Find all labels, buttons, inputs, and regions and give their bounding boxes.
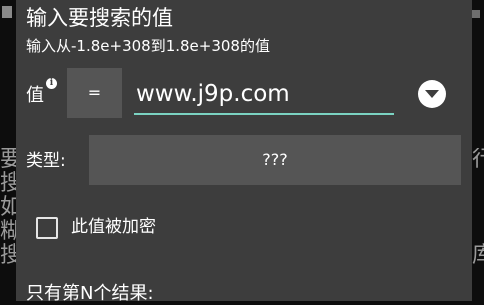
background-char: 行 bbox=[472, 148, 484, 172]
background-char: 搜 bbox=[0, 243, 16, 268]
background-text-right: 行 库 bbox=[472, 148, 484, 268]
background-char: 如 bbox=[0, 195, 16, 220]
type-label: 类型: bbox=[26, 151, 66, 171]
dialog-title: 输入要搜索的值 bbox=[26, 6, 173, 30]
history-dropdown-icon[interactable] bbox=[418, 80, 446, 108]
encrypted-checkbox-label[interactable]: 此值被加密 bbox=[71, 216, 156, 238]
background-char: 糊 bbox=[0, 219, 16, 244]
info-icon[interactable]: i bbox=[46, 78, 57, 89]
background-indicator-icon bbox=[472, 10, 480, 18]
encrypted-checkbox[interactable] bbox=[36, 217, 58, 239]
background-char bbox=[472, 220, 484, 244]
background-char: 要 bbox=[0, 148, 16, 172]
operator-button[interactable]: = bbox=[67, 68, 122, 118]
value-input[interactable]: www.j9p.com bbox=[134, 75, 394, 115]
type-select[interactable]: ??? bbox=[89, 135, 461, 185]
background-char bbox=[472, 196, 484, 220]
background-char: 库 bbox=[472, 243, 484, 268]
nth-result-label: 只有第N个结果: bbox=[26, 283, 154, 304]
dialog-subtitle: 输入从-1.8e+308到1.8e+308的值 bbox=[26, 37, 270, 55]
background-text-left: 要 搜 如 糊 搜 bbox=[0, 148, 16, 268]
search-value-dialog: 输入要搜索的值 输入从-1.8e+308到1.8e+308的值 值 i = ww… bbox=[16, 0, 472, 304]
background-char bbox=[472, 172, 484, 196]
background-char: 搜 bbox=[0, 171, 16, 196]
background-app-icon bbox=[2, 6, 12, 18]
value-label: 值 bbox=[26, 85, 44, 106]
